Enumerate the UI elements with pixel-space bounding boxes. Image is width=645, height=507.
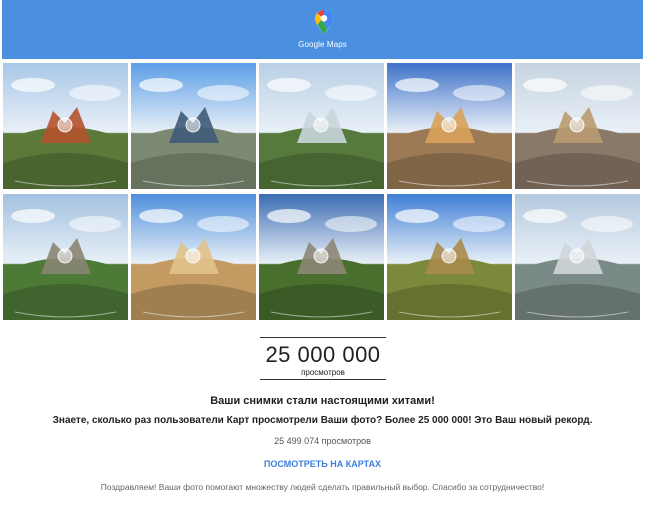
photo-grid	[3, 63, 643, 321]
modern-city-photo	[515, 194, 640, 320]
view-on-maps-link[interactable]: ПОСМОТРЕТЬ НА КАРТАХ	[0, 459, 645, 469]
photo-tile[interactable]	[259, 63, 384, 189]
photo-tile[interactable]	[3, 194, 128, 320]
desert-ruins-photo	[131, 194, 256, 320]
subline: Знаете, сколько раз пользователи Карт пр…	[52, 415, 593, 426]
photo-tile[interactable]	[131, 194, 256, 320]
brand-name: Google Maps	[298, 40, 347, 49]
cathedral-square-photo	[515, 63, 640, 189]
photo-tile[interactable]	[515, 63, 640, 189]
photo-tile[interactable]	[387, 194, 512, 320]
views-counter: 25 000 000 просмотров	[260, 337, 386, 380]
photo-tile[interactable]	[131, 63, 256, 189]
cathedral-city-photo	[387, 63, 512, 189]
photo-tile[interactable]	[515, 194, 640, 320]
google-maps-pin-icon	[315, 10, 333, 34]
total-views: 25 499 074 просмотров	[274, 436, 371, 446]
views-counter-unit: просмотров	[301, 368, 345, 377]
photo-tile[interactable]	[259, 194, 384, 320]
rice-terraces-photo	[387, 194, 512, 320]
rock-pillars-photo	[259, 194, 384, 320]
waterfall-cliff-photo	[3, 63, 128, 189]
river-canyon-photo	[259, 63, 384, 189]
city-tower-photo	[131, 63, 256, 189]
footer-message: Поздравляем! Ваши фото помогают множеств…	[100, 482, 545, 492]
mountain-ruins-photo	[3, 194, 128, 320]
views-counter-value: 25 000 000	[265, 342, 381, 367]
headline: Ваши снимки стали настоящими хитами!	[210, 395, 435, 407]
header-banner: Google Maps	[2, 0, 643, 59]
photo-tile[interactable]	[3, 63, 128, 189]
photo-tile[interactable]	[387, 63, 512, 189]
